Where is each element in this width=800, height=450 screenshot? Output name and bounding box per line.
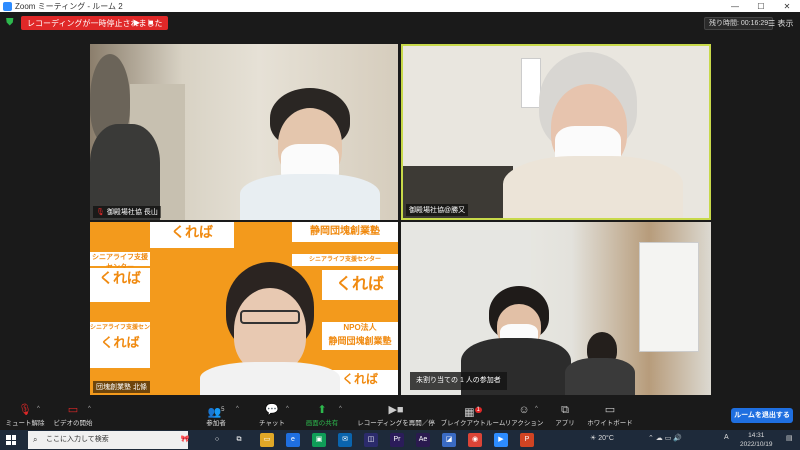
whiteboard-button[interactable]: ▭ ホワイトボード [584,403,636,427]
store-icon[interactable]: ▣ [312,433,326,447]
video-tile-1[interactable]: 🎙 御殿場社協 長山 [90,44,398,220]
banner-tagline-left-2: シニアライフ支援センター [90,322,150,340]
banner-org-right: 静岡団塊創業塾 [322,334,398,350]
tray-icons[interactable]: ⌃ ☁ ▭ 🔊 [648,434,682,442]
leave-room-button[interactable]: ルームを退出する [731,408,793,423]
glasses [240,310,300,324]
unassigned-participants-notice[interactable]: 未割り当ての 1 人の参加者 [410,372,507,390]
banner-tagline-right: シニアライフ支援センター [292,254,398,266]
person-face [234,288,306,372]
video-tile-2[interactable]: 御殿場社協@勝又 [401,44,711,220]
participant-name-tag: 🎙 御殿場社協 長山 [93,206,161,218]
zoom-taskbar-icon[interactable]: ▶ [494,433,508,447]
mic-muted-icon: 🎙 [96,209,105,216]
video-options-caret[interactable]: ^ [88,406,91,412]
app-icon[interactable]: ◫ [364,433,378,447]
premiere-icon[interactable]: Pr [390,433,404,447]
calendar-decoration [521,58,541,108]
edge-icon[interactable]: e [286,433,300,447]
breakout-rooms-icon: ▦ 1 [464,406,482,419]
participants-icon: 👥5 [207,406,225,419]
person-2-body [565,358,635,395]
chat-button[interactable]: 💬 チャット [255,403,289,427]
banner-brand-top: くれば [150,222,234,248]
zoom-logo-icon [3,1,12,11]
maximize-button[interactable]: ☐ [748,2,774,11]
apps-icon: ⧉ [561,404,569,416]
after-effects-icon[interactable]: Ae [416,433,430,447]
reactions-button[interactable]: ☺ リアクション [502,403,546,427]
system-clock[interactable]: 14:31 2022/10/19 [740,431,773,449]
video-tile-4[interactable] [401,222,711,395]
file-explorer-icon[interactable]: ▭ [260,433,274,447]
banner-npo-right: NPO法人 [322,322,398,334]
window-titlebar: Zoom ミーティング - ルーム 2 — ☐ ✕ [0,0,800,12]
breakout-timer: 残り時間: 00:16:29 [704,17,774,30]
close-button[interactable]: ✕ [774,2,800,11]
meeting-toolbar: 🎙 ミュート解除 ^ ▭ ビデオの開始 ^ 👥5 参加者 ^ 💬 チャット ^ ⬆ 画面の… [0,400,800,437]
recording-control-icon: ▶■ [388,404,404,416]
person-body [503,156,683,218]
windows-start-icon[interactable] [6,435,16,445]
resume-recording-icon[interactable]: ▶ [130,16,144,30]
reactions-options-caret[interactable]: ^ [535,406,538,412]
stop-recording-icon[interactable]: ■ [144,16,158,30]
cortana-icon[interactable]: ○ [210,433,224,447]
task-view-icon[interactable]: ⧉ [232,433,246,447]
chrome-icon[interactable]: ◉ [468,433,482,447]
reactions-icon: ☺ [518,404,530,416]
photos-icon[interactable]: ◪ [442,433,456,447]
banner-org-top: 静岡団塊創業塾 [292,222,398,242]
participants-options-caret[interactable]: ^ [236,406,239,412]
taskbar-search-input[interactable]: ⌕ ここに入力して検索 [28,431,188,449]
shelf [639,242,699,352]
breakout-rooms-button[interactable]: ▦ 1 ブレイクアウトルーム [440,403,506,427]
view-button[interactable]: ☰ 表示 [768,17,793,30]
search-icon: ⌕ [33,435,38,444]
participants-button[interactable]: 👥5 参加者 [196,403,236,427]
banner-tagline-left: シニアライフ支援センター [90,252,150,271]
share-options-caret[interactable]: ^ [339,406,342,412]
security-shield-icon[interactable]: ⛊ [6,17,16,28]
participant-name-tag: 団塊創業塾 北條 [93,381,150,393]
mail-icon[interactable]: ✉ [338,433,352,447]
chat-icon: 💬 [265,404,279,416]
pink-ribbon-icon[interactable]: 🎀 [178,433,192,447]
minimize-button[interactable]: — [722,2,748,11]
windows-taskbar: ⌕ ここに入力して検索 🎀 ○ ⧉ ▭ e ▣ ✉ ◫ Pr Ae ◪ ◉ ▶ P… [0,430,800,450]
share-screen-button[interactable]: ⬆ 画面の共有 [302,403,342,427]
whiteboard-icon: ▭ [604,404,616,416]
weather-icon[interactable]: ☀ 20°C [590,434,614,442]
powerpoint-icon[interactable]: P [520,433,534,447]
banner-brand-left: くれば [90,268,150,302]
window-title: Zoom ミーティング - ルーム 2 [15,1,123,11]
video-tile-3[interactable]: くれば 静岡団塊創業塾 シニアライフ支援センター シニアライフ支援センター くれ… [90,222,398,395]
ime-indicator[interactable]: A [724,434,729,441]
notification-icon[interactable]: ▤ [786,434,793,442]
banner-brand-right: くれば [322,270,398,300]
person-body [200,362,340,395]
chat-options-caret[interactable]: ^ [286,406,289,412]
meeting-topbar: ⛊ レコーディングが一時停止されました ▶ ■ 残り時間: 00:16:29 ☰… [0,12,800,34]
view-label: 表示 [777,19,794,28]
audio-options-caret[interactable]: ^ [37,406,40,412]
banner-brand-left-2: くれば [90,332,150,368]
apps-button[interactable]: ⧉ アプリ [552,403,578,427]
person-body [240,174,380,220]
participant-name-tag: 御殿場社協@勝又 [406,204,469,216]
share-screen-icon: ⬆ [317,404,327,416]
